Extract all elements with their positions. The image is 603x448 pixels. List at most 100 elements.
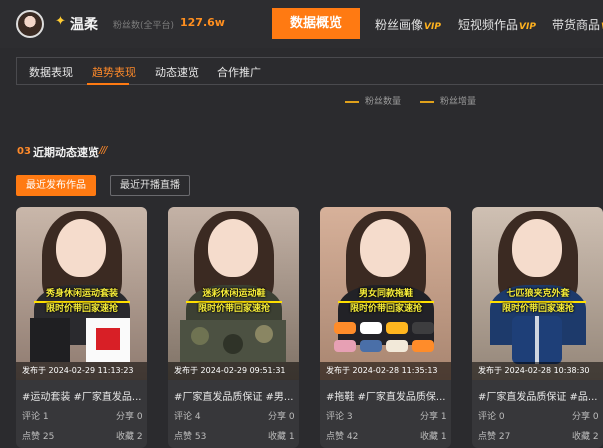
legend-line: [420, 100, 434, 103]
comments-value: 0: [498, 412, 505, 422]
shares-label: 分享: [268, 412, 287, 422]
person-face: [360, 219, 410, 277]
favorites-stat: 收藏 2: [572, 429, 599, 442]
legend-line: [345, 100, 359, 103]
latest-works-button[interactable]: 最近发布作品: [16, 175, 96, 196]
nav-tab-products-label: 带货商品: [552, 18, 601, 32]
nav-tab-short-videos-label: 短视频作品: [458, 18, 519, 32]
video-thumbnail[interactable]: 男女同款拖鞋 限时价带回家速抢 发布于 2024-02-28 11:35:13: [320, 207, 451, 380]
favorites-label: 收藏: [268, 432, 287, 442]
favorites-value: 2: [136, 432, 143, 442]
sparkle-icon: ✦: [55, 14, 66, 29]
person-face: [56, 219, 106, 277]
comments-value: 3: [346, 412, 353, 422]
likes-stat: 点赞 27: [478, 429, 510, 442]
video-thumbnail[interactable]: 秀身休闲运动套装 限时价带回家速抢 发布于 2024-02-29 11:13:2…: [16, 207, 147, 380]
likes-label: 点赞: [174, 432, 193, 442]
shares-stat: 分享 1: [420, 409, 447, 422]
avatar[interactable]: [16, 10, 44, 38]
latest-live-button[interactable]: 最近开播直播: [110, 175, 190, 196]
video-title[interactable]: #拖鞋 #厂家直发品质保...: [326, 388, 450, 403]
video-thumbnail[interactable]: 迷彩休闲运动鞋 限时价带回家速抢 发布于 2024-02-29 09:51:31: [168, 207, 299, 380]
shares-label: 分享: [420, 412, 439, 422]
publish-time: 发布于 2024-02-28 10:38:30: [472, 362, 603, 380]
username: 温柔: [70, 17, 98, 33]
video-title[interactable]: #运动套装 #厂家直发品...: [22, 388, 146, 403]
caption-bottom: 限时价带回家速抢: [45, 304, 118, 314]
fans-count-label: 粉丝数(全平台): [113, 21, 175, 31]
shares-stat: 分享 0: [572, 409, 599, 422]
favorites-stat: 收藏 1: [268, 429, 295, 442]
video-thumbnail[interactable]: 七匹狼夹克外套 限时价带回家速抢 发布于 2024-02-28 10:38:30: [472, 207, 603, 380]
nav-tab-products[interactable]: 带货商品VIP: [552, 16, 603, 33]
favorites-label: 收藏: [116, 432, 135, 442]
comments-label: 评论: [478, 412, 497, 422]
likes-stat: 点赞 42: [326, 429, 358, 442]
subtab-activity-overview[interactable]: 动态速览: [155, 64, 199, 80]
publish-time: 发布于 2024-02-29 09:51:31: [168, 362, 299, 380]
video-title[interactable]: #厂家直发品质保证 #品...: [478, 388, 602, 403]
legend-fans-count[interactable]: 粉丝数量: [345, 94, 401, 107]
shares-label: 分享: [572, 412, 591, 422]
caption-top: 秀身休闲运动套装: [45, 289, 118, 299]
nav-tab-overview[interactable]: 数据概览: [272, 8, 360, 39]
subtab-cooperation[interactable]: 合作推广: [217, 64, 261, 80]
likes-stat: 点赞 25: [22, 429, 54, 442]
subtab-trend-performance[interactable]: 趋势表现: [92, 64, 136, 80]
nav-tab-short-videos[interactable]: 短视频作品VIP: [458, 16, 536, 33]
video-card[interactable]: 七匹狼夹克外套 限时价带回家速抢 发布于 2024-02-28 10:38:30…: [472, 207, 603, 448]
nav-tab-fan-profile[interactable]: 粉丝画像VIP: [375, 16, 441, 33]
publish-time: 发布于 2024-02-29 11:13:23: [16, 362, 147, 380]
shares-label: 分享: [116, 412, 135, 422]
comments-label: 评论: [326, 412, 345, 422]
product-image: [334, 322, 434, 352]
subtab-data-performance[interactable]: 数据表现: [29, 64, 73, 80]
likes-label: 点赞: [478, 432, 497, 442]
comments-value: 4: [194, 412, 201, 422]
caption-divider: [490, 301, 586, 303]
likes-label: 点赞: [22, 432, 41, 442]
caption-bottom: 限时价带回家速抢: [349, 304, 422, 314]
caption-divider: [34, 301, 130, 303]
section-title: 近期动态速览: [33, 146, 99, 159]
favorites-stat: 收藏 1: [420, 429, 447, 442]
comments-stat: 评论 1: [22, 409, 49, 422]
video-card[interactable]: 迷彩休闲运动鞋 限时价带回家速抢 发布于 2024-02-29 09:51:31…: [168, 207, 299, 448]
caption-bottom: 限时价带回家速抢: [501, 304, 574, 314]
likes-value: 27: [498, 432, 511, 442]
comments-label: 评论: [174, 412, 193, 422]
product-image: [180, 320, 286, 362]
likes-value: 25: [42, 432, 55, 442]
favorites-value: 2: [592, 432, 599, 442]
product-image: [30, 318, 130, 362]
person-face: [512, 219, 562, 277]
shares-stat: 分享 0: [116, 409, 143, 422]
favorites-stat: 收藏 2: [116, 429, 143, 442]
thumbnail-caption: 七匹狼夹克外套 限时价带回家速抢: [486, 289, 590, 315]
video-title[interactable]: #厂家直发品质保证 #男...: [174, 388, 298, 403]
likes-label: 点赞: [326, 432, 345, 442]
section-decoration: ///: [99, 145, 107, 156]
section-number: 03: [17, 146, 31, 157]
comments-stat: 评论 0: [478, 409, 505, 422]
fans-count-value: 127.6w: [180, 16, 225, 29]
product-image: [512, 316, 562, 364]
shares-value: 1: [440, 412, 447, 422]
caption-divider: [186, 301, 282, 303]
comments-label: 评论: [22, 412, 41, 422]
subtab-bar: 数据表现 趋势表现 动态速览 合作推广: [16, 57, 603, 85]
thumbnail-caption: 秀身休闲运动套装 限时价带回家速抢: [30, 289, 134, 315]
comments-stat: 评论 3: [326, 409, 353, 422]
legend-label: 粉丝增量: [440, 97, 477, 107]
video-card[interactable]: 男女同款拖鞋 限时价带回家速抢 发布于 2024-02-28 11:35:13 …: [320, 207, 451, 448]
person-face: [208, 219, 258, 277]
publish-time: 发布于 2024-02-28 11:35:13: [320, 362, 451, 380]
comments-stat: 评论 4: [174, 409, 201, 422]
legend-fans-increment[interactable]: 粉丝增量: [420, 94, 476, 107]
favorites-value: 1: [288, 432, 295, 442]
caption-top: 七匹狼夹克外套: [506, 289, 570, 299]
likes-stat: 点赞 53: [174, 429, 206, 442]
video-card[interactable]: 秀身休闲运动套装 限时价带回家速抢 发布于 2024-02-29 11:13:2…: [16, 207, 147, 448]
active-tab-underline: [87, 83, 129, 85]
caption-bottom: 限时价带回家速抢: [197, 304, 270, 314]
